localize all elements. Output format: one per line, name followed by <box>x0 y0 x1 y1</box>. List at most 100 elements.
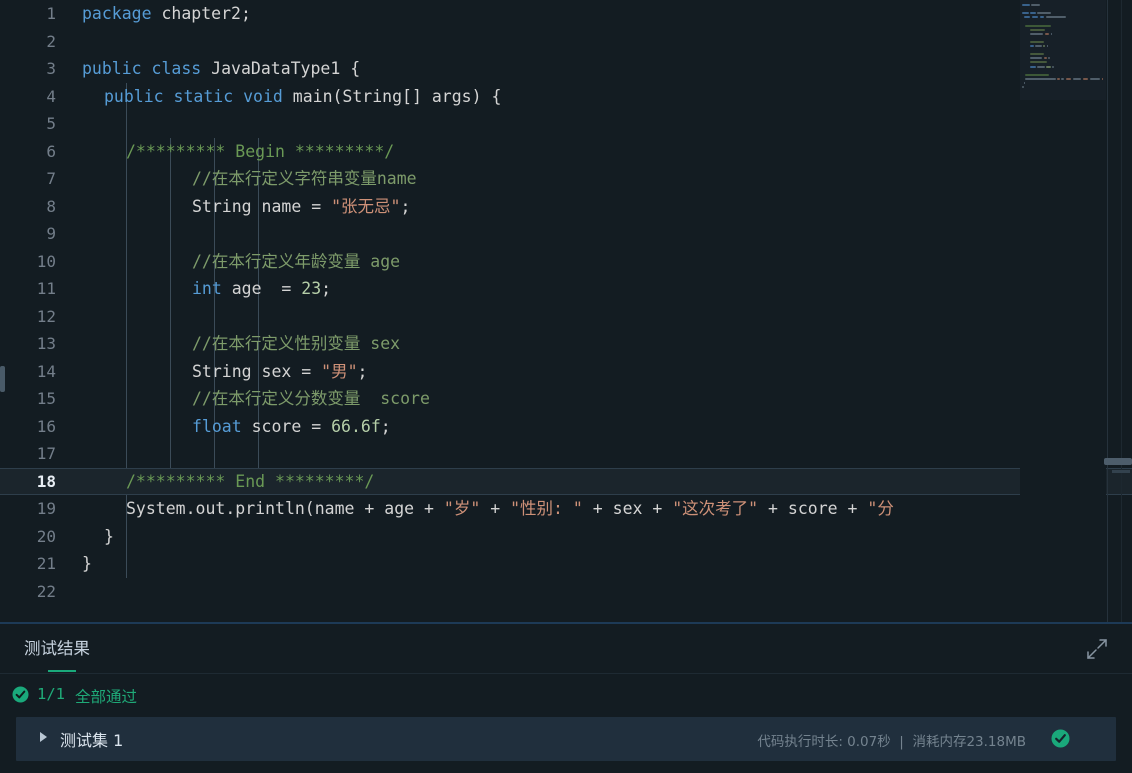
minimap-line <box>1025 73 1049 76</box>
code-text: float score = 66.6f; <box>192 416 391 436</box>
code-text: /********* Begin *********/ <box>126 141 395 161</box>
minimap-line <box>1052 65 1054 68</box>
line-number: 20 <box>36 526 56 546</box>
tab-active-indicator <box>48 670 76 672</box>
code-content[interactable]: 1 package chapter2; 2 3 public class JavaDat… <box>0 0 1132 622</box>
minimap-viewport-slider[interactable] <box>1020 0 1106 100</box>
minimap-line <box>1089 77 1101 80</box>
code-editor[interactable]: 1 package chapter2; 2 3 public class JavaDat… <box>0 0 1132 622</box>
code-line[interactable]: 10 //在本行定义年龄变量 age <box>0 248 1132 276</box>
vertical-scrollbar-track[interactable] <box>1121 0 1122 622</box>
code-line[interactable]: 5 <box>0 110 1132 138</box>
code-line[interactable]: 21} <box>0 550 1132 578</box>
line-number: 14 <box>36 361 56 381</box>
code-minimap[interactable] <box>1020 0 1106 622</box>
test-case-name: 测试集 1 <box>60 731 124 750</box>
code-text: public class JavaDataType1 { <box>82 59 361 78</box>
line-number: 22 <box>36 581 56 601</box>
line-number: 5 <box>46 114 56 133</box>
minimap-line <box>1045 16 1066 19</box>
minimap-line <box>1082 77 1089 80</box>
horizontal-scrollbar-thumb[interactable] <box>1104 458 1132 465</box>
minimap-line <box>1022 4 1030 6</box>
test-result-panel: 测试结果 1/1 全部通过 测试集 1 代码执行时长: 0.07秒 | 消耗内存… <box>0 622 1132 773</box>
code-text: } <box>104 526 114 546</box>
code-line[interactable]: 13 //在本行定义性别变量 sex <box>0 330 1132 358</box>
minimap-line <box>1025 24 1051 27</box>
line-number: 18 <box>36 471 56 491</box>
minimap-line <box>1043 57 1047 60</box>
code-text: String name = "张无忌"; <box>192 196 411 216</box>
minimap-line <box>1030 32 1044 35</box>
code-line[interactable]: 11 int age = 23; <box>0 275 1132 303</box>
line-number: 10 <box>36 251 56 271</box>
test-summary-row: 1/1 全部通过 <box>0 674 1132 715</box>
horizontal-scrollbar-shadow <box>1112 470 1130 473</box>
minimap-line <box>1030 53 1045 56</box>
line-number: 13 <box>36 334 56 353</box>
code-line[interactable]: 2 <box>0 28 1132 56</box>
minimap-line <box>1030 12 1036 15</box>
code-text: int age = 23; <box>192 279 332 298</box>
minimap-line <box>1046 65 1051 68</box>
minimap-line <box>1037 65 1045 68</box>
code-text: //在本行定义年龄变量 age <box>192 251 401 271</box>
code-line[interactable]: 8 String name = "张无忌"; <box>0 193 1132 221</box>
minimap-line <box>1023 81 1026 84</box>
code-line[interactable]: 3 public class JavaDataType1 { <box>0 55 1132 83</box>
minimap-line <box>1065 77 1072 80</box>
minimap-line <box>1022 86 1024 88</box>
code-line[interactable]: 12 <box>0 303 1132 331</box>
minimap-line <box>1037 12 1052 15</box>
test-case-row[interactable]: 测试集 1 代码执行时长: 0.07秒 | 消耗内存23.18MB <box>16 717 1116 761</box>
code-line[interactable]: 1 package chapter2; <box>0 0 1132 28</box>
left-edge-scrollbar-thumb[interactable] <box>0 366 5 392</box>
code-line[interactable]: 9 <box>0 220 1132 248</box>
line-number: 11 <box>36 279 56 298</box>
code-line[interactable]: 14 String sex = "男"; <box>0 358 1132 386</box>
expand-panel-icon[interactable] <box>1086 638 1108 660</box>
minimap-line <box>1046 45 1049 47</box>
minimap-line <box>1030 45 1034 47</box>
line-number: 6 <box>46 141 56 161</box>
minimap-line <box>1025 77 1056 80</box>
line-number: 19 <box>36 499 56 518</box>
minimap-line <box>1030 40 1045 43</box>
code-text: String sex = "男"; <box>192 361 368 381</box>
minimap-line <box>1030 65 1036 68</box>
minimap-line <box>1031 4 1040 6</box>
code-text: /********* End *********/ <box>126 471 375 491</box>
check-circle-icon <box>12 686 29 703</box>
minimap-line <box>1030 57 1043 60</box>
line-number: 17 <box>36 444 56 463</box>
line-number: 16 <box>36 416 56 436</box>
panel-header: 测试结果 <box>0 624 1132 674</box>
code-line[interactable]: 22 <box>0 578 1132 606</box>
code-line[interactable]: 16 float score = 66.6f; <box>0 413 1132 441</box>
code-text: package chapter2; <box>82 4 251 23</box>
code-line[interactable]: 7 //在本行定义字符串变量name <box>0 165 1132 193</box>
tab-test-results[interactable]: 测试结果 <box>24 635 90 659</box>
ide-window: 1 package chapter2; 2 3 public class JavaDat… <box>0 0 1132 773</box>
test-pass-label: 全部通过 <box>75 688 138 706</box>
code-line[interactable]: 17 <box>0 440 1132 468</box>
code-line[interactable]: 18 /********* End *********/ <box>0 467 1132 495</box>
test-pass-count: 1/1 <box>37 685 65 703</box>
code-line[interactable]: 20} <box>0 523 1132 551</box>
code-line[interactable]: 6 /********* Begin *********/ <box>0 138 1132 166</box>
line-number: 8 <box>46 196 56 216</box>
check-circle-icon <box>1051 729 1070 748</box>
code-line[interactable]: 19 System.out.println(name + age + "岁" + … <box>0 495 1132 523</box>
minimap-line <box>1072 77 1082 80</box>
minimap-line <box>1057 77 1060 80</box>
line-number: 3 <box>46 59 56 78</box>
caret-right-icon[interactable] <box>40 732 47 742</box>
code-line[interactable]: 15 //在本行定义分数变量 score <box>0 385 1132 413</box>
minimap-line <box>1044 32 1050 35</box>
code-text: //在本行定义性别变量 sex <box>192 334 401 353</box>
line-number: 4 <box>46 86 56 106</box>
code-line[interactable]: 4 public static void main(String[] args) … <box>0 83 1132 111</box>
line-number: 21 <box>36 554 56 573</box>
line-number: 12 <box>36 306 56 326</box>
code-text: System.out.println(name + age + "岁" + "性… <box>126 499 894 518</box>
